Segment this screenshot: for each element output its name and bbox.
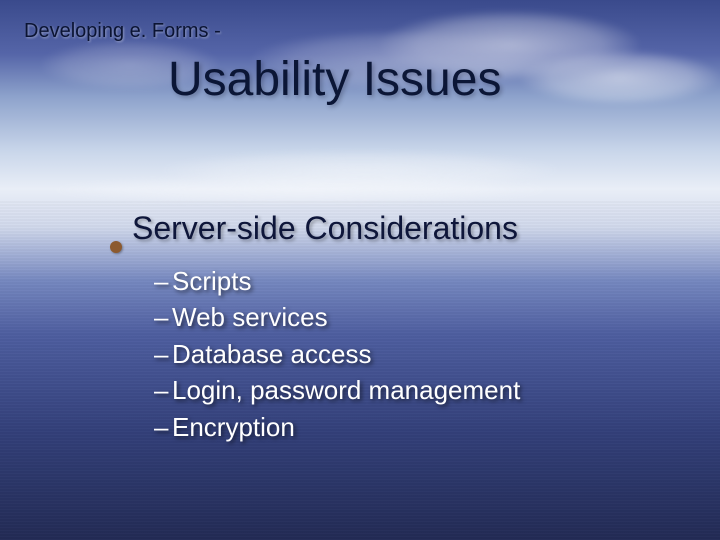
- list-item-label: Database access: [172, 339, 371, 369]
- slide: Developing e. Forms - Usability Issues S…: [0, 0, 720, 540]
- bullet-icon: [110, 241, 122, 253]
- sublist: –Scripts –Web services –Database access …: [154, 263, 670, 445]
- list-item: –Web services: [154, 299, 670, 335]
- list-item: –Login, password management: [154, 372, 670, 408]
- main-point-row: Server-side Considerations: [110, 210, 670, 247]
- list-item-label: Web services: [172, 302, 328, 332]
- list-item: –Scripts: [154, 263, 670, 299]
- content-block: Server-side Considerations –Scripts –Web…: [110, 210, 670, 445]
- main-point-text: Server-side Considerations: [132, 210, 518, 247]
- list-item-label: Login, password management: [172, 375, 520, 405]
- list-item: –Database access: [154, 336, 670, 372]
- slide-title: Usability Issues: [168, 52, 501, 107]
- list-item-label: Encryption: [172, 412, 295, 442]
- list-item: –Encryption: [154, 409, 670, 445]
- list-item-label: Scripts: [172, 266, 251, 296]
- breadcrumb: Developing e. Forms -: [24, 20, 221, 43]
